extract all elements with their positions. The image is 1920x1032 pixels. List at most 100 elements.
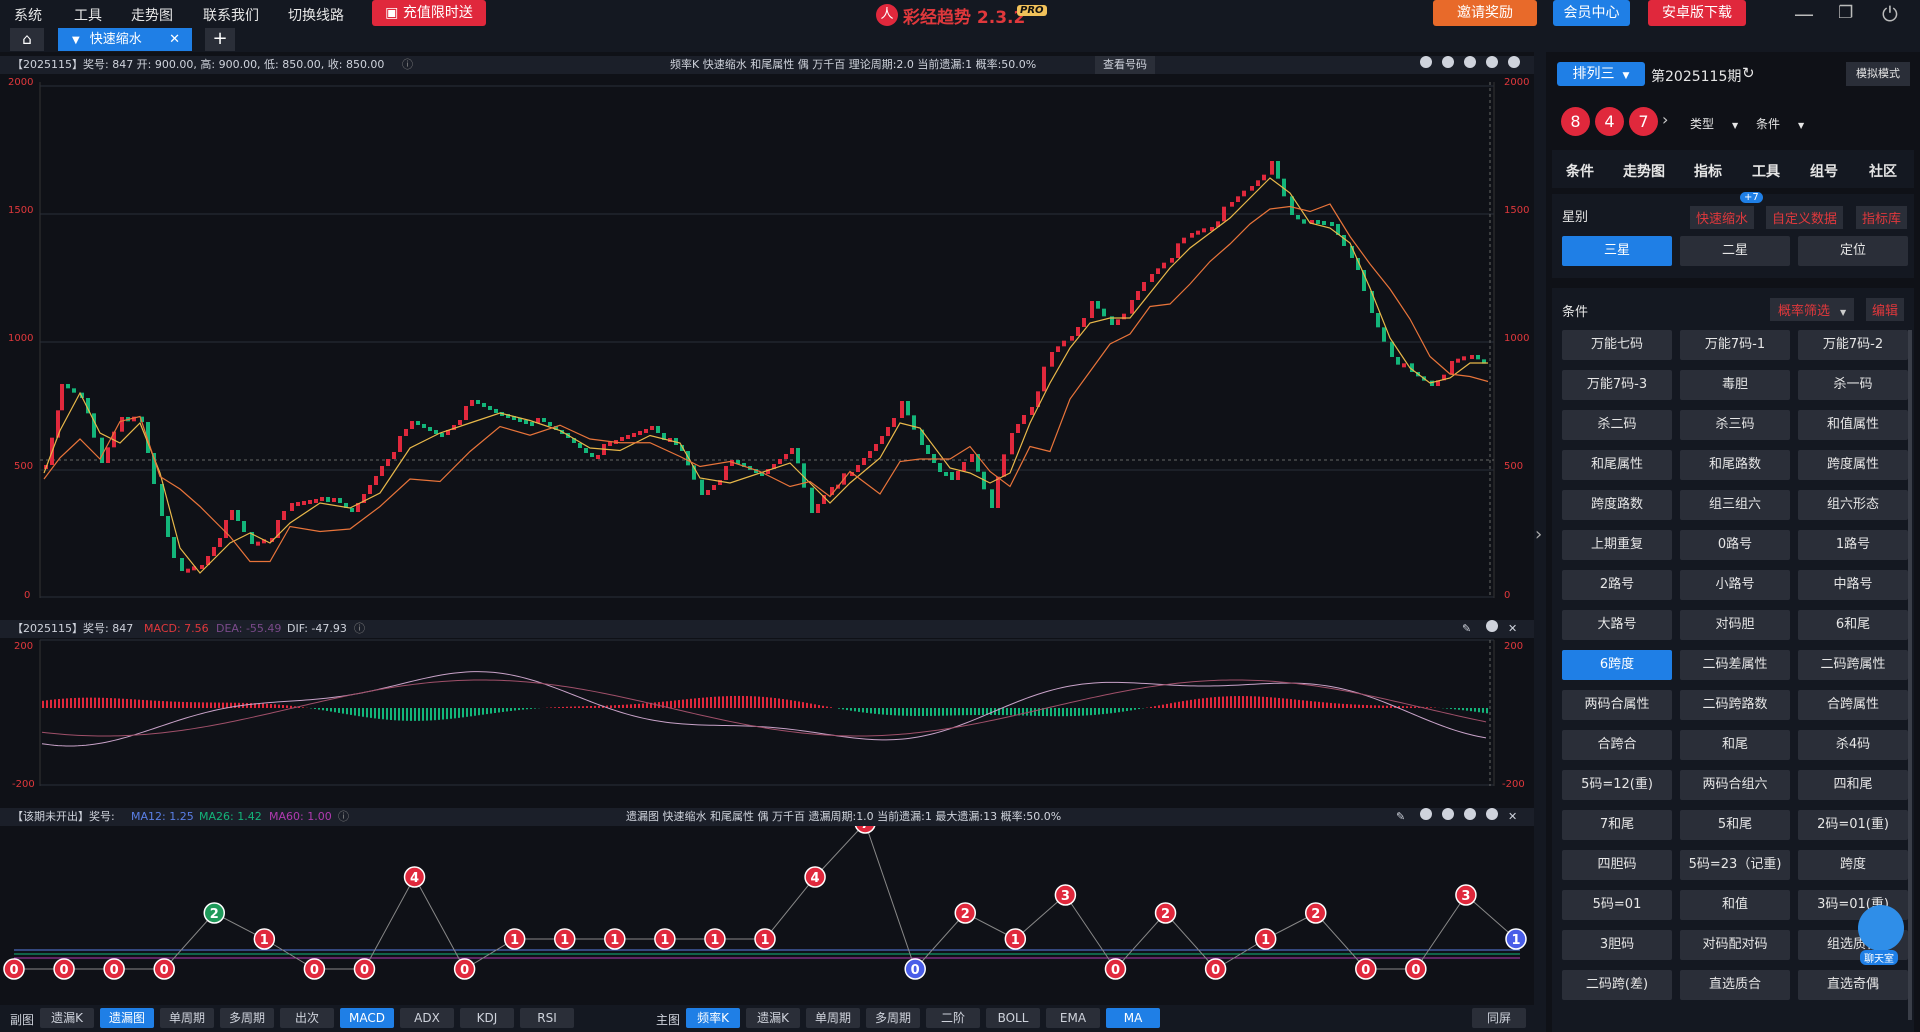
sub-btn-count[interactable]: 出次 — [280, 1008, 334, 1028]
main-btn-multi-cycle[interactable]: 多周期 — [866, 1008, 920, 1028]
help-icon[interactable]: ⓘ — [354, 620, 365, 638]
up-icon[interactable] — [1464, 56, 1476, 68]
condition-btn-18[interactable]: 2路号 — [1562, 570, 1672, 600]
same-screen-button[interactable]: 同屏 — [1472, 1008, 1526, 1028]
condition-btn-24[interactable]: 6跨度 — [1562, 650, 1672, 680]
miss-chart[interactable]: 0000210040111111470213020120031 — [0, 812, 1534, 1004]
link-quick-shrink[interactable]: 快速缩水 — [1690, 206, 1755, 229]
promo-button[interactable]: ▣ 充值限时送 — [372, 0, 486, 26]
tab-trend[interactable]: 走势图 — [1623, 161, 1665, 181]
help-icon[interactable]: ⓘ — [402, 56, 413, 74]
edit-button[interactable]: 编辑 — [1866, 298, 1905, 321]
refresh-icon[interactable]: ↻ — [1742, 64, 1755, 82]
tab-conditions[interactable]: 条件 — [1566, 161, 1594, 181]
condition-btn-12[interactable]: 跨度路数 — [1562, 490, 1672, 520]
condition-btn-8[interactable]: 和值属性 — [1798, 410, 1908, 440]
condition-btn-33[interactable]: 5码=12(重) — [1562, 770, 1672, 800]
condition-btn-13[interactable]: 组三组六 — [1680, 490, 1790, 520]
tab-quick-shrink[interactable]: ▼ 快速缩水 ✕ — [58, 28, 192, 51]
condition-btn-35[interactable]: 四和尾 — [1798, 770, 1908, 800]
condition-btn-36[interactable]: 7和尾 — [1562, 810, 1672, 840]
menu-tools[interactable]: 工具 — [74, 5, 102, 25]
condition-btn-23[interactable]: 6和尾 — [1798, 610, 1908, 640]
macd-chart[interactable] — [0, 638, 1534, 788]
star-position[interactable]: 定位 — [1798, 236, 1908, 266]
link-custom-data[interactable]: 自定义数据 — [1766, 206, 1844, 229]
settings-icon[interactable] — [1486, 808, 1498, 820]
down-icon[interactable] — [1486, 56, 1498, 68]
condition-btn-9[interactable]: 和尾属性 — [1562, 450, 1672, 480]
condition-btn-38[interactable]: 2码=01(重) — [1798, 810, 1908, 840]
star-two[interactable]: 二星 — [1680, 236, 1790, 266]
main-btn-second-order[interactable]: 二阶 — [926, 1008, 980, 1028]
condition-btn-4[interactable]: 毒胆 — [1680, 370, 1790, 400]
condition-btn-3[interactable]: 万能7码-3 — [1562, 370, 1672, 400]
condition-btn-40[interactable]: 5码=23（记重) — [1680, 850, 1790, 880]
main-btn-ma[interactable]: MA — [1106, 1008, 1160, 1028]
condition-btn-43[interactable]: 和值 — [1680, 890, 1790, 920]
condition-btn-11[interactable]: 跨度属性 — [1798, 450, 1908, 480]
back-icon[interactable] — [1442, 56, 1454, 68]
sub-btn-rsi[interactable]: RSI — [520, 1008, 574, 1028]
condition-btn-49[interactable]: 直选质合 — [1680, 970, 1790, 1000]
condition-btn-25[interactable]: 二码差属性 — [1680, 650, 1790, 680]
star-three[interactable]: 三星 — [1562, 236, 1672, 266]
condition-btn-14[interactable]: 组六形态 — [1798, 490, 1908, 520]
condition-btn-50[interactable]: 直选奇偶 — [1798, 970, 1908, 1000]
condition-btn-15[interactable]: 上期重复 — [1562, 530, 1672, 560]
close-icon[interactable]: ✕ — [1508, 808, 1517, 826]
condition-btn-16[interactable]: 0路号 — [1680, 530, 1790, 560]
condition-btn-20[interactable]: 中路号 — [1798, 570, 1908, 600]
simulate-mode-button[interactable]: 模拟模式 — [1846, 62, 1910, 86]
link-indicator-lib[interactable]: 指标库 — [1856, 206, 1908, 229]
sub-btn-adx[interactable]: ADX — [400, 1008, 454, 1028]
sub-btn-kdj[interactable]: KDJ — [460, 1008, 514, 1028]
condition-btn-34[interactable]: 两码合组六 — [1680, 770, 1790, 800]
back-icon[interactable] — [1420, 808, 1432, 820]
view-numbers-button[interactable]: 查看号码 — [1095, 56, 1155, 74]
panel-collapse-bar[interactable]: › — [1534, 52, 1546, 1032]
condition-btn-41[interactable]: 跨度 — [1798, 850, 1908, 880]
android-download-button[interactable]: 安卓版下载 — [1648, 0, 1746, 26]
main-btn-single-cycle[interactable]: 单周期 — [806, 1008, 860, 1028]
condition-btn-17[interactable]: 1路号 — [1798, 530, 1908, 560]
game-select[interactable]: 排列三 ▼ — [1557, 62, 1645, 86]
up-icon[interactable] — [1442, 808, 1454, 820]
close-icon[interactable]: ✕ — [1508, 620, 1517, 638]
main-btn-miss-k[interactable]: 遗漏K — [746, 1008, 800, 1028]
close-tab-icon[interactable]: ✕ — [169, 28, 180, 51]
filter-select[interactable]: 概率筛选 ▼ — [1770, 298, 1855, 321]
condition-btn-42[interactable]: 5码=01 — [1562, 890, 1672, 920]
condition-btn-0[interactable]: 万能七码 — [1562, 330, 1672, 360]
member-center-button[interactable]: 会员中心 — [1553, 0, 1630, 26]
main-btn-ema[interactable]: EMA — [1046, 1008, 1100, 1028]
condition-btn-7[interactable]: 杀三码 — [1680, 410, 1790, 440]
tab-tools[interactable]: 工具 — [1752, 161, 1780, 181]
condition-btn-10[interactable]: 和尾路数 — [1680, 450, 1790, 480]
condition-btn-19[interactable]: 小路号 — [1680, 570, 1790, 600]
condition-btn-37[interactable]: 5和尾 — [1680, 810, 1790, 840]
main-btn-boll[interactable]: BOLL — [986, 1008, 1040, 1028]
chat-room-label[interactable]: 聊天室 — [1860, 950, 1898, 965]
power-icon[interactable]: ⏻ — [1882, 2, 1898, 26]
condition-btn-22[interactable]: 对码胆 — [1680, 610, 1790, 640]
settings-icon[interactable] — [1508, 56, 1520, 68]
condition-btn-5[interactable]: 杀一码 — [1798, 370, 1908, 400]
edit-icon[interactable] — [1420, 56, 1432, 68]
tab-community[interactable]: 社区 — [1869, 161, 1897, 181]
menu-trend[interactable]: 走势图 — [131, 5, 173, 25]
condition-btn-31[interactable]: 和尾 — [1680, 730, 1790, 760]
condition-btn-21[interactable]: 大路号 — [1562, 610, 1672, 640]
condition-btn-46[interactable]: 对码配对码 — [1680, 930, 1790, 960]
tab-groups[interactable]: 组号 — [1810, 161, 1838, 181]
sub-btn-multi-cycle[interactable]: 多周期 — [220, 1008, 274, 1028]
condition-btn-6[interactable]: 杀二码 — [1562, 410, 1672, 440]
chevron-right-icon[interactable]: › — [1662, 110, 1668, 129]
menu-system[interactable]: 系统 — [14, 5, 42, 25]
pin-icon[interactable]: ✎ — [1462, 620, 1471, 638]
chat-bot-icon[interactable] — [1858, 905, 1904, 951]
main-btn-freq-k[interactable]: 频率K — [686, 1008, 740, 1028]
help-icon[interactable]: ⓘ — [338, 808, 349, 826]
condition-btn-39[interactable]: 四胆码 — [1562, 850, 1672, 880]
condition-btn-48[interactable]: 二码跨(差) — [1562, 970, 1672, 1000]
